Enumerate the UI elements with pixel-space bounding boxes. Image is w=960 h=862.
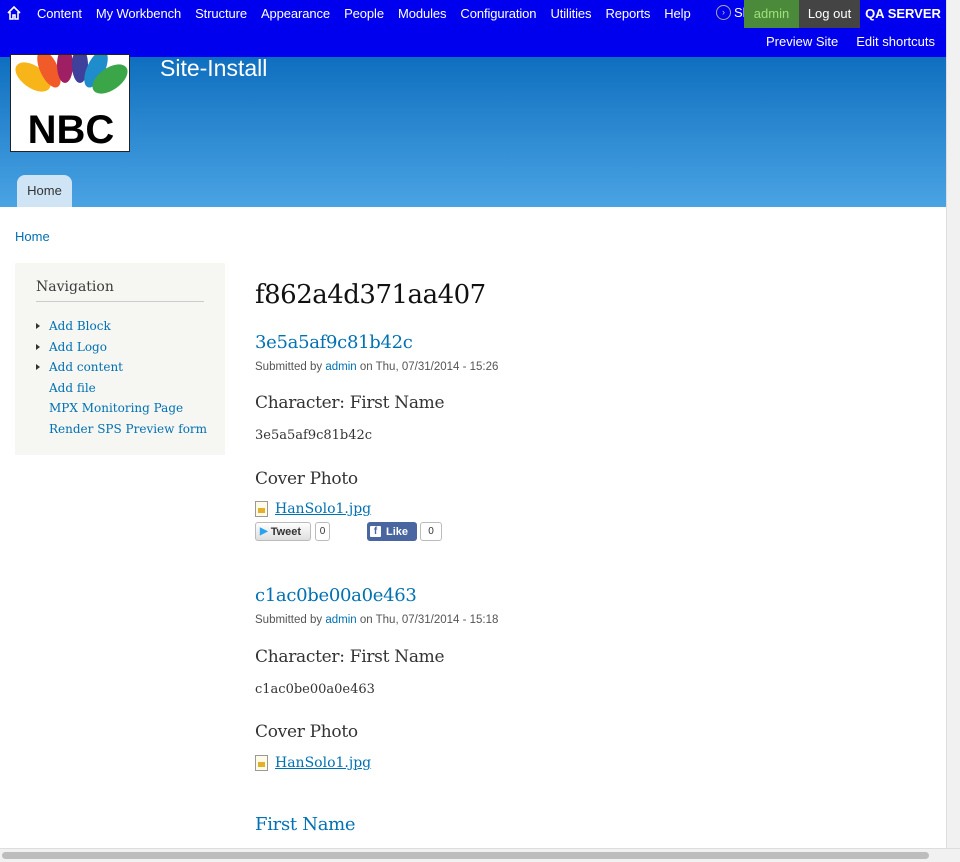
toolbar-main-row: Content My Workbench Structure Appearanc…: [0, 0, 946, 28]
server-label: QA SERVER: [865, 6, 941, 21]
nbc-peacock-icon: NBC: [11, 55, 129, 152]
nav-item-mpx-monitoring[interactable]: MPX Monitoring Page: [36, 398, 207, 419]
field-label-character: Character: First Name: [255, 393, 445, 413]
user-account-link[interactable]: admin: [744, 0, 799, 28]
author-link[interactable]: admin: [325, 614, 356, 626]
navigation-block: Navigation Add Block Add Logo Add conten…: [15, 263, 225, 455]
field-value-character: 3e5a5af9c81b42c: [255, 428, 373, 443]
field-label-cover-photo: Cover Photo: [255, 469, 358, 489]
like-count: 0: [420, 522, 442, 541]
navigation-title: Navigation: [36, 279, 114, 295]
twitter-bird-icon: ▶: [260, 526, 268, 537]
facebook-icon: f: [370, 526, 381, 537]
nav-item-label: Add content: [49, 360, 123, 375]
shortcuts-bar: Preview Site Edit shortcuts: [766, 34, 935, 49]
submitted-prefix: Submitted by: [255, 614, 323, 626]
admin-toolbar: Content My Workbench Structure Appearanc…: [0, 0, 946, 57]
triangle-right-icon: [36, 364, 40, 371]
site-name[interactable]: Site-Install: [160, 55, 267, 82]
divider: [36, 301, 204, 302]
preview-site-link[interactable]: Preview Site: [766, 34, 838, 49]
edit-shortcuts-link[interactable]: Edit shortcuts: [856, 34, 935, 49]
menu-modules[interactable]: Modules: [398, 6, 447, 21]
scrollbar-thumb[interactable]: [2, 852, 929, 859]
menu-reports[interactable]: Reports: [605, 6, 650, 21]
submitted-info: Submitted by admin on Thu, 07/31/2014 - …: [255, 614, 498, 626]
triangle-right-icon: [36, 343, 40, 350]
file-link[interactable]: HanSolo1.jpg: [255, 501, 371, 517]
menu-structure[interactable]: Structure: [195, 6, 247, 21]
chevron-right-icon: ›: [716, 5, 731, 20]
logout-button[interactable]: Log out: [799, 0, 860, 28]
logo-text: NBC: [28, 108, 115, 152]
field-label-cover-photo: Cover Photo: [255, 722, 358, 742]
nav-item-label: Render SPS Preview form: [49, 421, 208, 436]
home-icon[interactable]: [6, 5, 22, 21]
site-header: NBC Site-Install Home: [0, 54, 946, 207]
submitted-info: Submitted by admin on Thu, 07/31/2014 - …: [255, 361, 498, 373]
menu-appearance[interactable]: Appearance: [261, 6, 330, 21]
tweet-count: 0: [315, 522, 330, 541]
social-buttons: ▶ Tweet 0 f Like 0: [255, 522, 455, 542]
menu-people[interactable]: People: [344, 6, 384, 21]
triangle-right-icon: [36, 323, 40, 330]
nav-item-add-logo[interactable]: Add Logo: [36, 337, 207, 358]
menu-help[interactable]: Help: [664, 6, 690, 21]
breadcrumb[interactable]: Home: [15, 229, 50, 244]
submitted-date: on Thu, 07/31/2014 - 15:18: [359, 614, 499, 626]
node-title-link[interactable]: c1ac0be00a0e463: [255, 585, 417, 606]
field-value-character: c1ac0be00a0e463: [255, 682, 375, 697]
menu-my-workbench[interactable]: My Workbench: [96, 6, 181, 21]
page-title: f862a4d371aa407: [255, 280, 486, 310]
tab-home[interactable]: Home: [17, 175, 72, 207]
file-link[interactable]: HanSolo1.jpg: [255, 755, 371, 771]
toolbar-menu: Content My Workbench Structure Appearanc…: [37, 6, 705, 21]
field-label-character: Character: First Name: [255, 647, 445, 667]
tweet-button[interactable]: ▶ Tweet: [255, 522, 311, 541]
facebook-like-button[interactable]: f Like: [367, 522, 417, 541]
image-file-icon: [255, 755, 268, 771]
submitted-date: on Thu, 07/31/2014 - 15:26: [359, 361, 499, 373]
nav-item-label: Add file: [49, 380, 96, 395]
nav-item-label: MPX Monitoring Page: [49, 401, 184, 416]
nav-item-add-file[interactable]: Add file: [36, 378, 207, 399]
vertical-scrollbar[interactable]: [946, 0, 960, 848]
horizontal-scrollbar[interactable]: [0, 848, 960, 862]
navigation-menu: Add Block Add Logo Add content Add file …: [36, 316, 207, 439]
menu-configuration[interactable]: Configuration: [460, 6, 536, 21]
tweet-label: Tweet: [270, 525, 302, 538]
nav-item-label: Add Block: [49, 319, 111, 334]
image-file-icon: [255, 501, 268, 517]
menu-utilities[interactable]: Utilities: [550, 6, 591, 21]
menu-content[interactable]: Content: [37, 6, 82, 21]
file-name: HanSolo1.jpg: [275, 755, 372, 771]
site-logo[interactable]: NBC: [10, 54, 130, 152]
node-title-link[interactable]: First Name: [255, 814, 356, 835]
nav-item-label: Add Logo: [49, 339, 107, 354]
file-name: HanSolo1.jpg: [275, 501, 372, 517]
nav-item-add-content[interactable]: Add content: [36, 357, 207, 378]
node-title-link[interactable]: 3e5a5af9c81b42c: [255, 332, 413, 353]
submitted-prefix: Submitted by: [255, 361, 323, 373]
nav-item-add-block[interactable]: Add Block: [36, 316, 207, 337]
like-label: Like: [386, 525, 409, 538]
author-link[interactable]: admin: [325, 361, 356, 373]
nav-item-render-sps[interactable]: Render SPS Preview form: [36, 419, 207, 440]
